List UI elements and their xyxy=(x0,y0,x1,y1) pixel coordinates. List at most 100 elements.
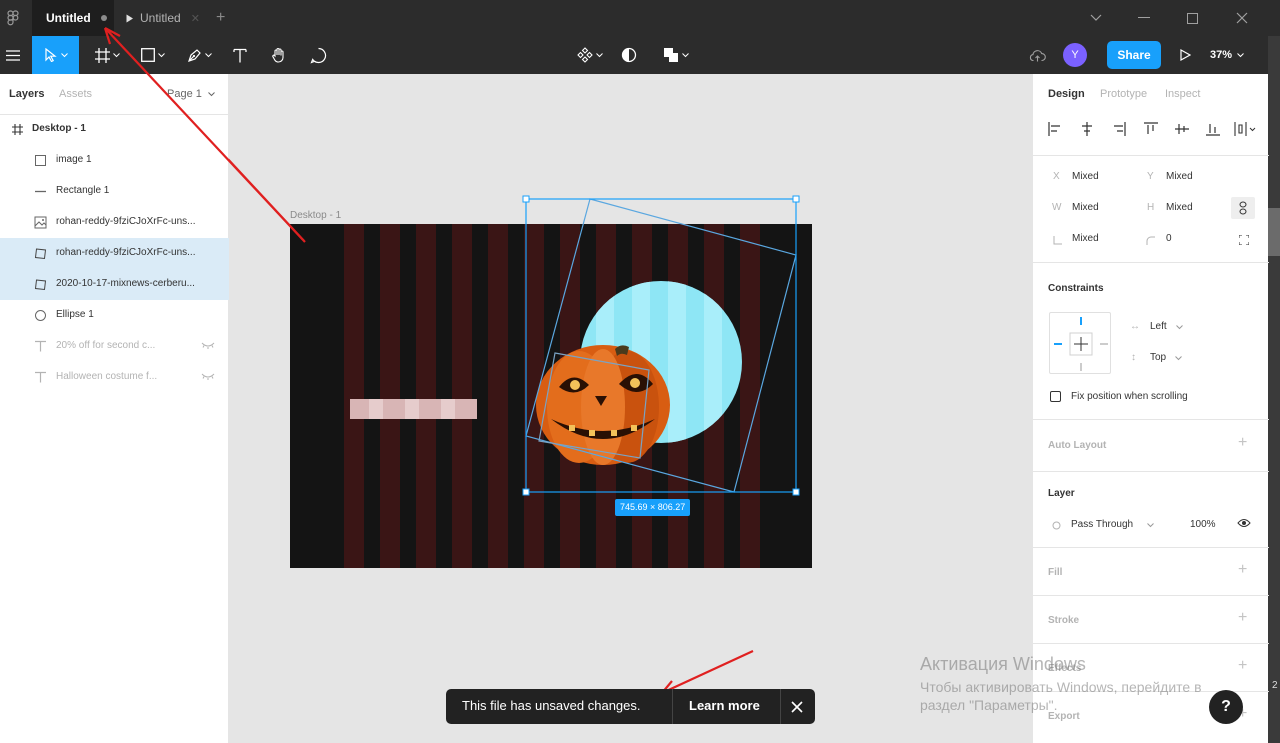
present-play-icon[interactable] xyxy=(1174,36,1196,74)
y-label: Y xyxy=(1147,171,1154,182)
distribute-icon[interactable] xyxy=(1234,122,1256,136)
blend-mode-icon xyxy=(1052,521,1061,530)
edge-text: 2 xyxy=(1272,680,1278,691)
h-field[interactable]: Mixed xyxy=(1166,202,1193,213)
x-field[interactable]: Mixed xyxy=(1072,171,1099,182)
layer-name: 2020-10-17-mixnews-cerberu... xyxy=(56,278,195,289)
text-icon xyxy=(35,371,46,383)
fix-position-label: Fix position when scrolling xyxy=(1071,391,1188,402)
fill-section: Fill + xyxy=(1033,548,1269,596)
stroke-section: Stroke + xyxy=(1033,596,1269,644)
tab-prototype[interactable]: Prototype xyxy=(1100,88,1147,100)
alignment-row xyxy=(1033,114,1269,156)
cloud-upload-icon[interactable] xyxy=(1026,36,1048,74)
annotation-arrows xyxy=(229,158,754,695)
canvas[interactable]: Desktop - 1 745.69 × 806.27 xyxy=(229,74,1032,743)
mask-icon[interactable] xyxy=(618,36,640,74)
maximize-icon[interactable] xyxy=(1168,0,1216,36)
rotated-rect-icon xyxy=(34,279,47,291)
eye-closed-icon[interactable] xyxy=(201,373,215,381)
fill-title: Fill xyxy=(1048,567,1063,578)
align-bottom-icon[interactable] xyxy=(1206,122,1220,136)
constraints-section: Constraints ↔ Left ↕ Top Fix position wh… xyxy=(1033,263,1269,420)
help-button[interactable]: ? xyxy=(1209,690,1243,724)
add-auto-layout-plus-icon[interactable]: + xyxy=(1238,434,1247,452)
corner-radius-icon xyxy=(1146,236,1155,245)
add-fill-plus-icon[interactable]: + xyxy=(1238,561,1247,579)
add-effect-plus-icon[interactable]: + xyxy=(1238,657,1247,675)
vertical-constraint-icon: ↕ xyxy=(1131,352,1136,363)
y-field[interactable]: Mixed xyxy=(1166,171,1193,182)
horizontal-constraint-icon: ↔ xyxy=(1130,321,1140,332)
add-stroke-plus-icon[interactable]: + xyxy=(1238,609,1247,627)
minimize-icon[interactable] xyxy=(1120,0,1168,36)
tab-design[interactable]: Design xyxy=(1048,88,1085,100)
opacity-field[interactable]: 100% xyxy=(1190,519,1216,530)
boolean-tool-button[interactable] xyxy=(658,36,694,74)
layer-section: Layer Pass Through 100% xyxy=(1033,472,1269,548)
independent-corners-icon[interactable] xyxy=(1239,235,1249,245)
horizontal-constraint-dropdown[interactable]: Left xyxy=(1150,321,1167,332)
zoom-dropdown[interactable]: 37% xyxy=(1210,36,1244,74)
layer-title: Layer xyxy=(1048,488,1075,499)
annotation-arrow-top xyxy=(103,27,305,240)
position-section: X Mixed Y Mixed W Mixed H Mixed Mixed 0 xyxy=(1033,156,1269,263)
chevron-down-icon xyxy=(682,52,689,57)
layer-name: Halloween costume f... xyxy=(56,371,158,382)
w-label: W xyxy=(1052,202,1062,213)
h-label: H xyxy=(1147,202,1155,213)
eye-icon[interactable] xyxy=(1237,518,1251,528)
auto-layout-section: Auto Layout + xyxy=(1033,420,1269,472)
layer-item-selected[interactable]: 2020-10-17-mixnews-cerberu... xyxy=(0,269,229,300)
layer-name: 20% off for second c... xyxy=(56,340,156,351)
layer-item-hidden[interactable]: Halloween costume f... xyxy=(0,362,229,393)
layer-item-hidden[interactable]: 20% off for second c... xyxy=(0,331,229,362)
export-title: Export xyxy=(1048,711,1080,722)
chevron-down-icon xyxy=(596,52,603,57)
align-center-vertical-icon[interactable] xyxy=(1175,122,1189,136)
constrain-proportions-button[interactable] xyxy=(1231,197,1255,219)
blend-mode-dropdown[interactable]: Pass Through xyxy=(1071,519,1133,530)
eye-closed-icon[interactable] xyxy=(201,342,215,350)
rotation-field[interactable]: Mixed xyxy=(1072,233,1099,244)
constraint-widget[interactable] xyxy=(1049,312,1111,374)
align-center-horizontal-icon[interactable] xyxy=(1080,122,1094,136)
scrollbar-thumb[interactable] xyxy=(1268,208,1280,256)
ellipse-icon xyxy=(35,310,46,321)
boolean-icon xyxy=(664,48,678,62)
chevron-down-icon[interactable] xyxy=(1072,0,1120,36)
user-avatar[interactable]: Y xyxy=(1063,43,1087,67)
layer-name: rohan-reddy-9fziCJoXrFc-uns... xyxy=(56,247,196,258)
text-icon xyxy=(35,340,46,352)
component-icon xyxy=(577,47,593,63)
layer-item-selected[interactable]: rohan-reddy-9fziCJoXrFc-uns... xyxy=(0,238,229,269)
align-top-icon[interactable] xyxy=(1144,122,1158,136)
effects-section: Effects + xyxy=(1033,644,1269,692)
vertical-constraint-dropdown[interactable]: Top xyxy=(1150,352,1166,363)
align-right-icon[interactable] xyxy=(1112,122,1126,136)
tab-inspect[interactable]: Inspect xyxy=(1165,88,1200,100)
align-left-icon[interactable] xyxy=(1048,122,1062,136)
layer-item[interactable]: Ellipse 1 xyxy=(0,300,229,331)
scrollbar-track xyxy=(1268,36,1280,743)
effects-title: Effects xyxy=(1048,663,1082,674)
fix-position-checkbox[interactable] xyxy=(1050,391,1061,402)
corner-radius-field[interactable]: 0 xyxy=(1166,233,1172,244)
close-toast-icon[interactable] xyxy=(791,701,803,713)
learn-more-button[interactable]: Learn more xyxy=(689,698,760,713)
design-panel-tabs: Design Prototype Inspect xyxy=(1033,74,1269,114)
w-field[interactable]: Mixed xyxy=(1072,202,1099,213)
close-window-icon[interactable] xyxy=(1218,0,1266,36)
stroke-title: Stroke xyxy=(1048,615,1080,626)
link-icon xyxy=(1239,201,1247,215)
rotation-icon xyxy=(1053,236,1062,245)
chevron-down-icon xyxy=(1175,356,1182,361)
chevron-down-icon xyxy=(1176,325,1183,330)
chevron-down-icon xyxy=(1237,52,1244,57)
component-tool-button[interactable] xyxy=(572,36,608,74)
chevron-down-icon xyxy=(1147,523,1154,528)
zoom-value: 37% xyxy=(1210,49,1233,61)
share-button[interactable]: Share xyxy=(1107,41,1161,69)
design-panel: Design Prototype Inspect X Mixed Y Mixed… xyxy=(1032,74,1269,743)
constraints-title: Constraints xyxy=(1048,283,1104,294)
